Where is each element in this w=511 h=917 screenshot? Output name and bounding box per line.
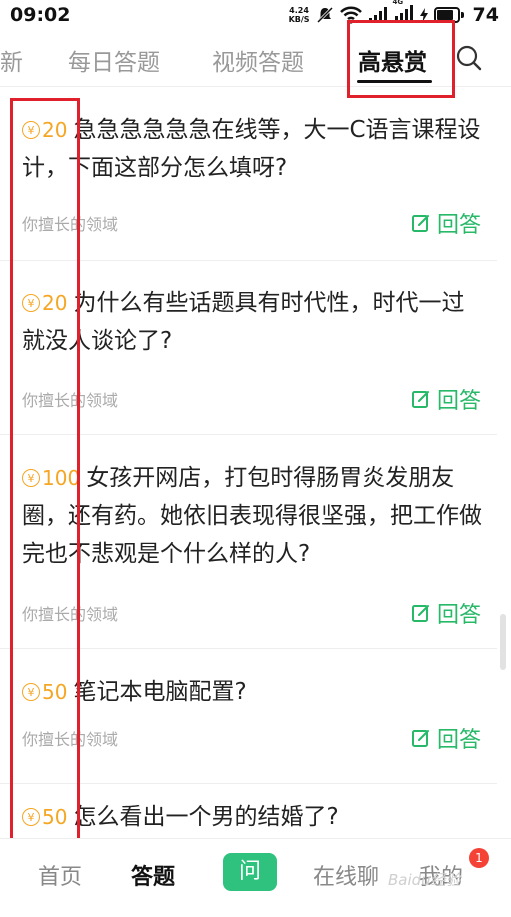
- question-title: 为什么有些话题具有时代性，时代一过就没人谈论了?: [22, 290, 465, 354]
- answer-label: 回答: [436, 389, 481, 414]
- answer-button[interactable]: 回答: [411, 597, 481, 629]
- answer-label: 回答: [436, 728, 481, 753]
- question-text-block: ¥20 急急急急急急在线等，大一C语言课程设计，下面这部分怎么填呀?: [22, 111, 483, 187]
- tab-daily-answer[interactable]: 每日答题: [68, 43, 160, 77]
- question-text-block: ¥50 笔记本电脑配置?: [22, 673, 483, 711]
- answer-button[interactable]: 回答: [411, 207, 481, 239]
- question-text-block: ¥20 为什么有些话题具有时代性，时代一过就没人谈论了?: [22, 284, 483, 360]
- question-text-block: ¥100 女孩开网店，打包时得肠胃炎发朋友圈，还有药。她依旧表现得很坚强，把工作做…: [22, 459, 483, 573]
- question-title: 怎么看出一个男的结婚了?: [73, 804, 339, 830]
- answer-label: 回答: [436, 603, 481, 628]
- nav-answer[interactable]: 答题: [131, 859, 175, 891]
- signal-icon-2: [394, 5, 413, 21]
- mute-bell-icon: [316, 6, 333, 24]
- watermark: Baidu经验: [388, 871, 461, 889]
- net-speed-unit: KB/S: [288, 15, 310, 24]
- edit-icon: [411, 215, 429, 232]
- battery-level: 74: [472, 4, 499, 26]
- question-title: 女孩开网店，打包时得肠胃炎发朋友圈，还有药。她依旧表现得很坚强，把工作做完也不悲…: [22, 465, 482, 567]
- tab-new[interactable]: 新: [0, 43, 23, 77]
- scrollbar-thumb[interactable]: [500, 614, 506, 670]
- status-time: 09:02: [10, 4, 71, 26]
- search-icon[interactable]: [455, 44, 483, 72]
- edit-icon: [411, 391, 429, 408]
- edit-icon: [411, 730, 429, 747]
- edit-icon: [411, 605, 429, 622]
- net-speed: 4.24 KB/S: [289, 6, 310, 24]
- answer-button[interactable]: 回答: [411, 722, 481, 754]
- question-title: 笔记本电脑配置?: [73, 679, 247, 705]
- answer-label: 回答: [436, 213, 481, 238]
- network-label: 4G: [392, 0, 404, 6]
- nav-home[interactable]: 首页: [38, 859, 82, 891]
- highlight-box-tab: [347, 20, 455, 98]
- notification-badge: 1: [469, 848, 489, 868]
- net-speed-value: 4.24: [289, 6, 309, 15]
- bottom-nav: 首页 答题 问 在线聊 我的 1 Baidu经验: [0, 838, 511, 917]
- ask-button[interactable]: 问: [223, 853, 277, 891]
- tab-video-answer[interactable]: 视频答题: [212, 43, 304, 77]
- question-text-block: ¥50 怎么看出一个男的结婚了?: [22, 798, 483, 836]
- highlight-box-rewards: [10, 98, 80, 850]
- question-title: 急急急急急急在线等，大一C语言课程设计，下面这部分怎么填呀?: [22, 117, 481, 181]
- answer-button[interactable]: 回答: [411, 383, 481, 415]
- nav-online-chat[interactable]: 在线聊: [313, 859, 379, 891]
